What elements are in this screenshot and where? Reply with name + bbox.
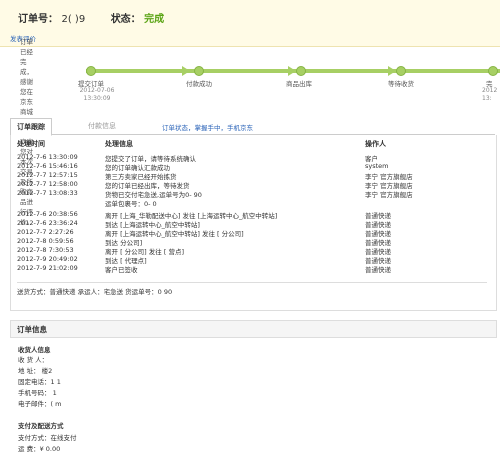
step-dot-awaiting [396, 66, 406, 76]
table-row: 2012-7-7 12:58:00 您的订单已经出库，等待发货 李宁 官方旗舰店 [17, 180, 487, 190]
order-progress: 提交订单 2012-07-06 13:30:09 付款成功 商品出库 等待收货 … [0, 56, 500, 111]
step-time-submit: 2012-07-06 13:30:09 [79, 87, 115, 102]
status-label: 状态： [110, 14, 141, 25]
table-row: 2012-7-7 13:08:33 货物已交付宅急送,运单号为0- 90 李宁 … [17, 189, 487, 199]
order-notice: 订单已经完成，感谢您在京东商城购物，欢迎您对本次交易及所购商品进行评价。发表评价 [0, 30, 500, 226]
progress-arrow [388, 66, 396, 76]
order-info-header: 订单信息 [10, 320, 497, 338]
order-detail-page: 订单号： 2( )9 状态： 完成 订单已经完成，感谢您在京东商城购物，欢迎您对… [0, 0, 500, 463]
row-time: 2012-7-6 20:38:56 [17, 210, 78, 218]
shipping-summary: 送货方式：普通快递 承运人：宅急送 货运单号：0 90 [17, 288, 173, 296]
table-row: 2012-7-9 20:49:02 到达 [ 代理点] 普通快递 [17, 255, 487, 265]
mobile-tracking-link[interactable]: 订单状态，掌握手中，手机京东 [162, 122, 253, 132]
row-time: 2012-7-8 7:30:53 [17, 246, 74, 254]
step-dot-complete [488, 66, 498, 76]
row-time: 2012-7-6 13:30:09 [17, 153, 78, 161]
table-row: 2012-7-7 2:27:26 离开 [上海运转中心_航空中转站] 发往 [ … [17, 228, 487, 238]
tab-payment-info[interactable]: 付款信息 [82, 118, 122, 134]
table-row: 2012-7-6 15:46:16 您的订单确认汇款成功 system [17, 162, 487, 172]
table-row: 运单包裹号：0- 0 [17, 198, 487, 208]
order-no-label: 订单号： [18, 14, 58, 25]
step-dot-submit [86, 66, 96, 76]
header-operator: 操作人 [365, 140, 386, 148]
table-row: 2012-7-6 23:36:24 到达 [上海运转中心_航空中转站] 普通快递 [17, 219, 487, 229]
table-row: 2012-7-8 7:30:53 离开 [ 分公司] 发往 [ 营点] 普通快递 [17, 246, 487, 256]
header-time: 处理时间 [17, 140, 45, 148]
table-row: 2012-7-8 0:59:56 到达 分公司] 普通快递 [17, 237, 487, 247]
tab-order-tracking[interactable]: 订单跟踪 [10, 118, 52, 136]
row-time: 2012-7-7 12:58:00 [17, 180, 78, 188]
receiver-info-title: 收货人信息 [18, 346, 51, 354]
receiver-email: 电子邮件：( m [18, 400, 62, 408]
step-dot-paid [194, 66, 204, 76]
table-row: 2012-7-6 13:30:09 您提交了订单，请等待系统确认 客户 [17, 153, 487, 163]
receiver-address: 地 址： 楼2 [18, 367, 53, 375]
row-info: 运单包裹号：0- 0 [105, 200, 157, 208]
row-time: 2012-7-6 15:46:16 [17, 162, 78, 170]
receiver-mobile: 手机号码： 1 [18, 389, 57, 397]
row-operator: 普通快递 [365, 266, 391, 274]
row-time: 2012-7-9 21:02:09 [17, 264, 78, 272]
row-time: 2012-7-6 23:36:24 [17, 219, 78, 227]
row-operator: system [365, 162, 389, 170]
table-row: 2012-7-7 12:57:15 第三方卖家已经开始拣货 李宁 官方旗舰店 [17, 171, 487, 181]
order-tabs: 订单跟踪 付款信息 订单状态，掌握手中，手机京东 [10, 118, 495, 136]
order-no-value: 2( )9 [61, 14, 86, 25]
tracking-table: 处理时间 处理信息 操作人 2012-7-6 13:30:09 您提交了订单，请… [10, 135, 497, 311]
order-header: 订单号： 2( )9 状态： 完成 [0, 0, 500, 31]
step-time-complete: 2012 13: [482, 87, 498, 102]
receiver-name: 收 货 人： [18, 356, 49, 364]
payment-delivery-title: 支付及配送方式 [18, 422, 64, 430]
row-time: 2012-7-9 20:49:02 [17, 255, 78, 263]
step-dot-shipped [296, 66, 306, 76]
status-value: 完成 [144, 14, 165, 25]
order-header-text: 订单号： 2( )9 状态： 完成 [18, 10, 164, 25]
payment-method: 支付方式：在线支付 [18, 434, 77, 442]
step-label-shipped: 商品出库 [286, 80, 312, 88]
step-label-awaiting: 等待收货 [388, 80, 414, 88]
table-row: 2012-7-6 20:38:56 离开 [上海_华勒配送中心] 发往 [上海运… [17, 210, 487, 220]
receiver-phone: 固定电话：1 1 [18, 378, 61, 386]
table-row: 2012-7-9 21:02:09 客户已签收 普通快递 [17, 264, 487, 274]
progress-arrow [182, 66, 190, 76]
row-time: 2012-7-7 13:08:33 [17, 189, 78, 197]
shipping-fee: 运 费：¥ 0.00 [18, 445, 61, 453]
progress-arrow [288, 66, 296, 76]
row-time: 2012-7-8 0:59:56 [17, 237, 74, 245]
step-label-paid: 付款成功 [186, 80, 212, 88]
order-info-title: 订单信息 [17, 325, 47, 334]
table-divider [17, 282, 487, 283]
row-time: 2012-7-7 12:57:15 [17, 171, 78, 179]
header-info: 处理信息 [105, 140, 133, 148]
row-time: 2012-7-7 2:27:26 [17, 228, 74, 236]
row-info: 客户已签收 [105, 266, 138, 274]
